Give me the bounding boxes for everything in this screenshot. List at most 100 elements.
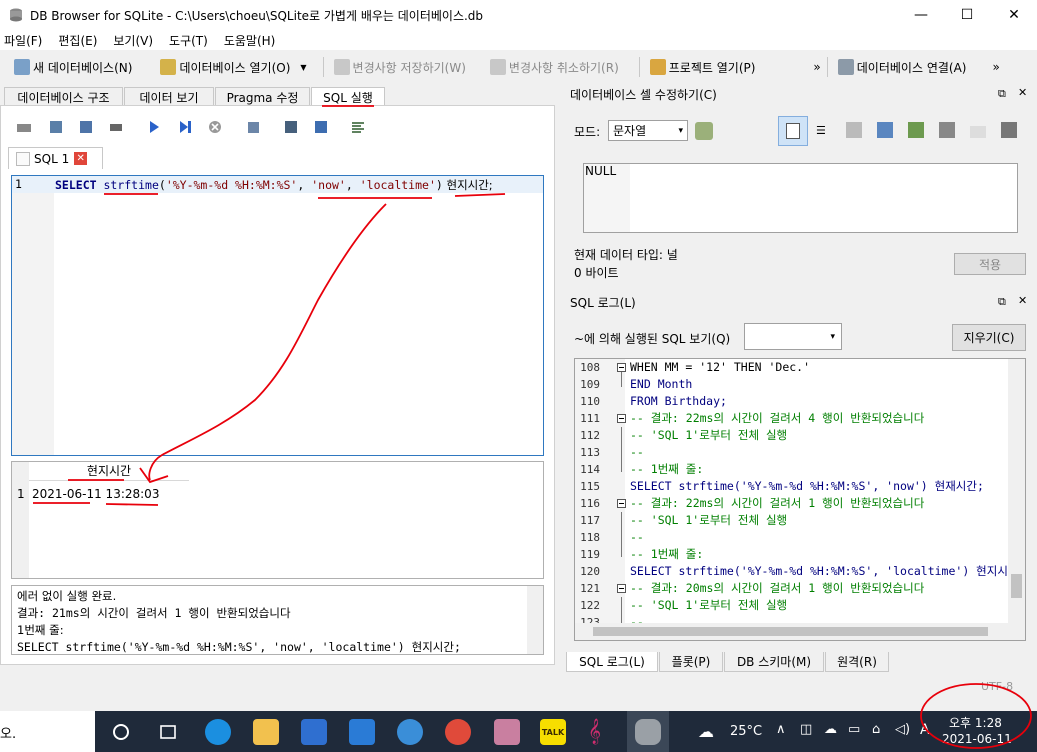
ime-indicator[interactable]: A (920, 722, 930, 738)
mail-icon[interactable] (349, 719, 375, 745)
network-icon[interactable]: ⌂ (872, 722, 880, 737)
kakaotalk-icon[interactable]: TALK (540, 719, 566, 745)
message-scrollbar[interactable] (527, 586, 543, 654)
execute-line-icon[interactable] (177, 119, 193, 135)
search-box-text: 오. (0, 727, 17, 742)
chevron-down-icon: ▾ (830, 331, 835, 342)
mode-select[interactable]: 문자열 ▾ (608, 120, 688, 141)
menu-tools[interactable]: 도구(T) (169, 32, 208, 49)
close-button[interactable]: ✕ (991, 0, 1037, 30)
sql-log-view[interactable]: 108 WHEN MM = '12' THEN 'Dec.' 109 END M… (574, 358, 1026, 641)
volume-icon[interactable]: ◁) (895, 722, 910, 737)
chevron-up-icon[interactable]: ∧ (776, 722, 786, 737)
app-icon[interactable] (494, 719, 520, 745)
print-cell-icon[interactable] (1001, 122, 1017, 138)
task-view-icon[interactable] (155, 719, 181, 745)
clear-log-button[interactable]: 지우기(C) (952, 324, 1026, 351)
column-header[interactable]: 현지시간 (29, 462, 189, 481)
log-horizontal-scrollbar[interactable] (575, 623, 1010, 640)
menu-view[interactable]: 보기(V) (113, 32, 153, 49)
print-icon[interactable] (108, 119, 124, 135)
tab-execute-sql[interactable]: SQL 실행 (311, 87, 385, 107)
menu-help[interactable]: 도움말(H) (224, 32, 276, 49)
close-panel-icon[interactable]: ✕ (1018, 86, 1027, 99)
weather-temperature[interactable]: 25°C (730, 724, 762, 739)
stop-execution-icon[interactable] (207, 119, 223, 135)
save-results-icon[interactable] (246, 119, 262, 135)
result-grid[interactable]: 현지시간 1 2021-06-11 13:28:03 (11, 461, 544, 579)
close-tab-icon[interactable]: ✕ (74, 152, 88, 165)
menu-edit[interactable]: 편집(E) (58, 32, 97, 49)
tab-remote[interactable]: 원격(R) (825, 652, 889, 672)
sql-tab-1[interactable]: SQL 1 ✕ (8, 147, 103, 169)
result-cell[interactable]: 2021-06-11 13:28:03 (32, 487, 159, 501)
set-null-icon[interactable] (939, 122, 955, 138)
dropdown-arrow-icon[interactable]: ▼ (300, 63, 306, 72)
chrome-icon[interactable] (445, 719, 471, 745)
save-sql-file-icon[interactable] (78, 119, 94, 135)
attach-database-icon (837, 59, 854, 75)
ms-store-icon[interactable] (301, 719, 327, 745)
editor-line-1: SELECT strftime('%Y-%m-%d %H:%M:%S', 'no… (55, 177, 493, 193)
log-line: 120 SELECT strftime('%Y-%m-%d %H:%M:%S', … (580, 564, 1008, 578)
open-tab-icon[interactable] (16, 119, 32, 135)
open-sql-file-icon[interactable] (48, 119, 64, 135)
float-panel-icon[interactable]: ⧉ (998, 87, 1006, 101)
write-changes-button[interactable]: 변경사항 저장하기(W) (330, 55, 470, 79)
tab-sql-log[interactable]: SQL 로그(L) (566, 652, 658, 672)
battery-icon[interactable]: ▭ (848, 722, 860, 737)
fold-marker-icon[interactable] (617, 363, 626, 372)
float-panel-icon[interactable]: ⧉ (998, 295, 1006, 309)
tab-plot[interactable]: 플롯(P) (659, 652, 723, 672)
onedrive-icon[interactable]: ☁ (824, 722, 837, 737)
tab-database-structure[interactable]: 데이터베이스 구조 (4, 87, 123, 106)
maximize-button[interactable]: ☐ (944, 0, 990, 30)
weather-cloud-icon[interactable]: ☁ (698, 722, 714, 741)
open-project-button[interactable]: 프로젝트 열기(P) (646, 55, 760, 79)
find-replace-icon[interactable] (313, 119, 329, 135)
revert-changes-button[interactable]: 변경사항 취소하기(R) (486, 55, 623, 79)
comment-block-icon[interactable] (350, 119, 366, 135)
minimize-button[interactable]: — (898, 0, 944, 30)
menu-file[interactable]: 파일(F) (4, 32, 42, 49)
internet-explorer-icon[interactable] (397, 719, 423, 745)
word-wrap-icon[interactable]: ☰ (816, 124, 826, 137)
search-box[interactable]: 오. (0, 711, 95, 752)
erase-icon[interactable] (970, 126, 986, 138)
toolbar-overflow-button-2[interactable]: » (992, 60, 999, 74)
submitted-by-select[interactable]: ▾ (744, 323, 842, 350)
apply-button[interactable]: 적용 (954, 253, 1026, 275)
fold-marker-icon[interactable] (617, 414, 626, 423)
tab-browse-data[interactable]: 데이터 보기 (124, 87, 214, 106)
db-browser-taskbar-icon[interactable] (635, 719, 661, 745)
export-to-file-icon[interactable] (908, 122, 924, 138)
chevron-down-icon: ▾ (678, 125, 683, 136)
close-panel-icon[interactable]: ✕ (1018, 294, 1027, 307)
main-toolbar: 새 데이터베이스(N) 데이터베이스 열기(O) ▼ 변경사항 저장하기(W) … (0, 52, 1037, 82)
log-vertical-scrollbar[interactable] (1008, 359, 1025, 640)
attach-database-button[interactable]: 데이터베이스 연결(A) (834, 55, 971, 79)
new-database-button[interactable]: 새 데이터베이스(N) (10, 55, 136, 79)
cell-value-editor[interactable]: NULL (583, 163, 1018, 233)
sql-editor[interactable]: 1 SELECT strftime('%Y-%m-%d %H:%M:%S', '… (11, 175, 544, 456)
tab-edit-pragmas[interactable]: Pragma 수정 (215, 87, 310, 106)
clock-time[interactable]: 오후 1:28 (949, 714, 1002, 731)
music-app-icon[interactable]: 𝄞 (588, 719, 614, 745)
menu-bar: 파일(F) 편집(E) 보기(V) 도구(T) 도움말(H) (0, 30, 1037, 50)
import-icon[interactable] (846, 122, 862, 138)
fold-marker-icon[interactable] (617, 584, 626, 593)
execute-all-icon[interactable] (146, 119, 162, 135)
tab-db-schema[interactable]: DB 스키마(M) (724, 652, 824, 672)
open-database-button[interactable]: 데이터베이스 열기(O) ▼ (156, 55, 310, 79)
auto-switch-icon[interactable] (695, 122, 713, 140)
submitted-by-label: ~에 의해 실행된 SQL 보기(Q) (574, 332, 731, 346)
tray-app-icon[interactable]: ◫ (800, 722, 812, 737)
fold-marker-icon[interactable] (617, 499, 626, 508)
clock-date[interactable]: 2021-06-11 (942, 732, 1012, 746)
toolbar-overflow-button[interactable]: » (813, 60, 820, 74)
file-explorer-icon[interactable] (253, 719, 279, 745)
export-icon[interactable] (877, 122, 893, 138)
cortana-icon[interactable] (108, 719, 134, 745)
find-icon[interactable] (283, 119, 299, 135)
edge-browser-icon[interactable] (205, 719, 231, 745)
